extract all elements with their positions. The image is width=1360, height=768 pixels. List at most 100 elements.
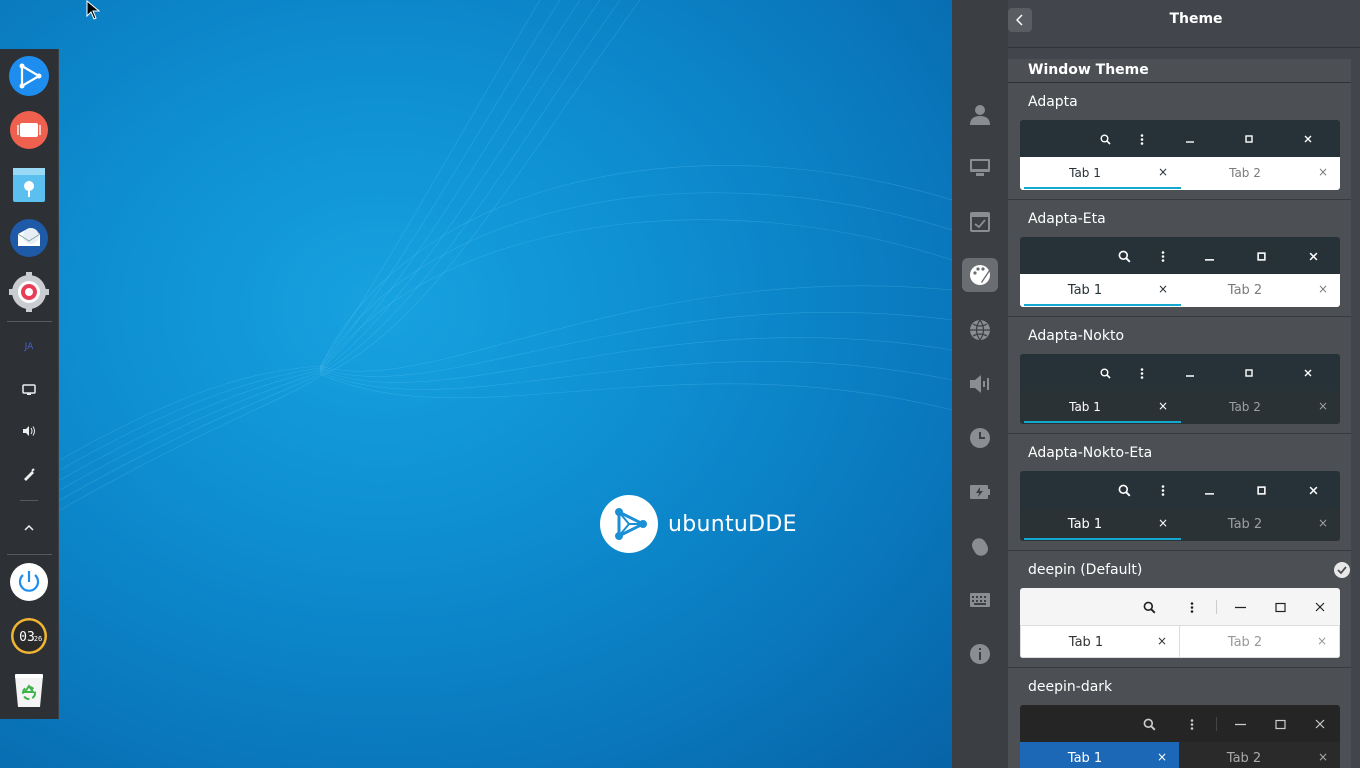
preview-tab-1: Tab 1 × (1020, 742, 1179, 768)
preview-tab-2: Tab 2 × (1227, 282, 1328, 298)
chevron-left-icon (1016, 14, 1023, 26)
theme-preview: Tab 1 × Tab 2 × (1020, 237, 1340, 307)
clock-minutes-text: 26 (34, 635, 42, 643)
mail-client-icon[interactable] (8, 217, 50, 259)
account-icon[interactable] (962, 97, 998, 131)
tab-close-icon: × (1157, 399, 1168, 413)
selected-check-icon (1334, 562, 1350, 578)
more-icon (1154, 481, 1172, 499)
close-icon (1311, 715, 1329, 733)
input-method-indicator[interactable]: JA (14, 332, 44, 362)
preview-tab-1: Tab 1 × (1020, 391, 1181, 424)
mouse-icon[interactable] (962, 529, 998, 563)
preview-tab-2: Tab 2 × (1226, 750, 1328, 766)
default-apps-icon[interactable] (962, 205, 998, 239)
preview-tabbar: Tab 1 × Tab 2 × (1020, 391, 1340, 424)
minimize-icon (1231, 598, 1249, 616)
personalization-icon[interactable] (962, 258, 998, 292)
minimize-icon (1231, 715, 1249, 733)
preview-tab-2: Tab 2 × (1227, 516, 1328, 532)
back-button[interactable] (1008, 8, 1032, 32)
tab-close-icon: × (1157, 516, 1168, 530)
control-center-icon[interactable] (8, 271, 50, 313)
control-center-panel: Theme Window Theme Adapta Tab 1 × Tab 2 … (1008, 0, 1360, 768)
minimize-icon (1200, 481, 1218, 499)
theme-name: deepin-dark (1028, 679, 1113, 695)
theme-item-adapta[interactable]: Adapta Tab 1 × Tab 2 × (1008, 83, 1351, 200)
preview-tab-2: Tab 2 × (1179, 625, 1340, 658)
theme-item-adapta-nokto[interactable]: Adapta-Nokto Tab 1 × Tab 2 × (1008, 317, 1351, 434)
close-icon (1299, 364, 1317, 382)
tab-close-icon: × (1156, 750, 1167, 764)
display-icon[interactable] (962, 151, 998, 185)
minimize-icon (1200, 247, 1218, 265)
more-icon (1183, 715, 1201, 733)
preview-titlebar (1020, 588, 1340, 625)
theme-name: Adapta (1028, 94, 1078, 110)
dock-separator (7, 554, 52, 555)
multitasking-view-icon[interactable] (8, 109, 50, 151)
power-icon[interactable] (8, 561, 50, 603)
preview-titlebar (1020, 354, 1340, 391)
power-icon[interactable] (962, 475, 998, 509)
more-icon (1183, 598, 1201, 616)
desktop-wallpaper: ubuntuDDE (0, 0, 952, 768)
search-icon (1115, 481, 1133, 499)
info-icon[interactable] (962, 637, 998, 671)
theme-name: deepin (Default) (1028, 562, 1143, 578)
panel-header: Theme (1008, 0, 1360, 48)
mouse-pointer-icon (86, 0, 100, 20)
pen-icon[interactable] (14, 459, 44, 489)
minimize-icon (1181, 130, 1199, 148)
theme-item-deepin-dark[interactable]: deepin-dark Tab 1 × Tab 2 × (1008, 668, 1351, 768)
ubuntudde-logo-icon (600, 495, 658, 553)
clock-icon[interactable]: 03 26 (8, 615, 50, 657)
preview-tabbar: Tab 1 × Tab 2 × (1020, 742, 1340, 768)
search-icon (1140, 598, 1158, 616)
preview-tabbar: Tab 1 × Tab 2 × (1020, 508, 1340, 541)
page-title: Theme (1169, 11, 1223, 27)
dock: JA 03 26 (0, 49, 59, 719)
tab-underline (1024, 538, 1181, 540)
preview-tab-2: Tab 2 × (1229, 165, 1328, 180)
dock-separator (7, 321, 52, 322)
theme-item-adapta-nokto-eta[interactable]: Adapta-Nokto-Eta Tab 1 × Tab 2 × (1008, 434, 1351, 551)
more-icon (1133, 130, 1151, 148)
chevron-up-icon[interactable] (14, 513, 44, 543)
file-manager-icon[interactable] (8, 163, 50, 205)
theme-preview: Tab 1 × Tab 2 × (1020, 354, 1340, 424)
volume-icon[interactable] (14, 416, 44, 446)
launcher-icon[interactable] (8, 55, 50, 97)
preview-tabbar: Tab 1 × Tab 2 × (1020, 625, 1340, 658)
window-theme-section: Window Theme Adapta Tab 1 × Tab 2 × Adap… (1008, 59, 1351, 768)
network-icon[interactable] (962, 313, 998, 347)
theme-preview: Tab 1 × Tab 2 × (1020, 705, 1340, 768)
dock-separator (20, 500, 38, 501)
display-icon[interactable] (14, 375, 44, 405)
maximize-icon (1252, 247, 1270, 265)
theme-preview: Tab 1 × Tab 2 × (1020, 471, 1340, 541)
titlebar-divider (1216, 600, 1217, 614)
theme-item-adapta-eta[interactable]: Adapta-Eta Tab 1 × Tab 2 × (1008, 200, 1351, 317)
titlebar-divider (1216, 717, 1217, 731)
tab-close-icon: × (1157, 282, 1168, 296)
trash-icon[interactable] (8, 669, 50, 711)
maximize-icon (1271, 715, 1289, 733)
datetime-icon[interactable] (962, 421, 998, 455)
keyboard-icon[interactable] (962, 583, 998, 617)
wallpaper-waves (59, 0, 952, 511)
maximize-icon (1240, 130, 1258, 148)
close-icon (1311, 598, 1329, 616)
sound-icon[interactable] (962, 367, 998, 401)
preview-tabbar: Tab 1 × Tab 2 × (1020, 157, 1340, 190)
tab-close-icon: × (1317, 282, 1328, 296)
clock-hours-text: 03 (19, 630, 35, 645)
preview-titlebar (1020, 705, 1340, 742)
tab-underline (1024, 421, 1181, 423)
theme-item-deepin-default[interactable]: deepin (Default) Tab 1 × Tab 2 × (1008, 551, 1351, 668)
preview-titlebar (1020, 237, 1340, 274)
close-icon (1304, 247, 1322, 265)
tab-close-icon: × (1317, 165, 1328, 179)
tab-close-icon: × (1316, 634, 1327, 648)
preview-tab-1: Tab 1 × (1020, 508, 1181, 541)
